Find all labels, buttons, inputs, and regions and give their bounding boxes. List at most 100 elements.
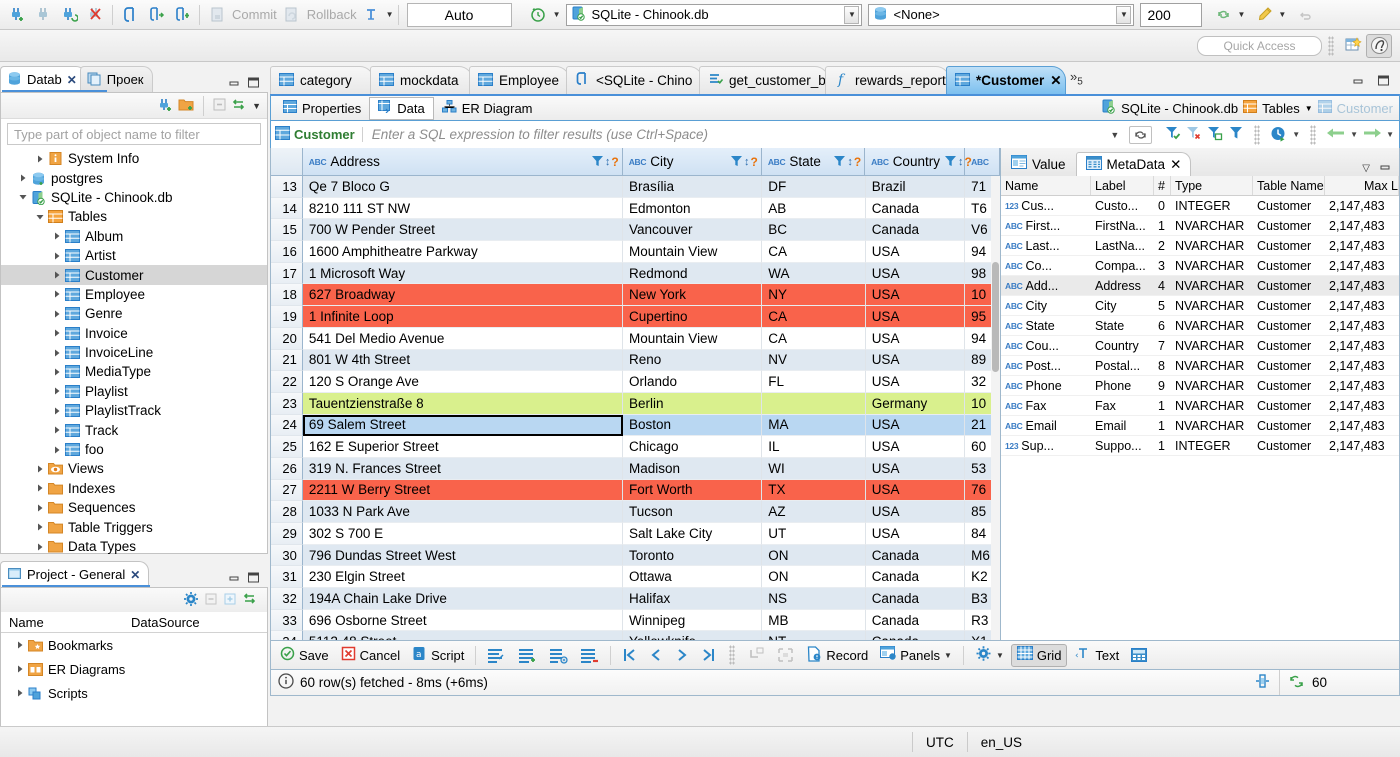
disconnect-icon[interactable] xyxy=(30,3,56,27)
grid-cell[interactable]: Halifax xyxy=(623,588,763,610)
tree-item-table-triggers[interactable]: Table Triggers xyxy=(1,517,267,536)
tree-item-invoice[interactable]: Invoice xyxy=(1,324,267,343)
tree-item-data-types[interactable]: Data Types xyxy=(1,537,267,556)
expand-arrow-icon[interactable] xyxy=(52,231,62,241)
editor-tab-rewards-report-[interactable]: f rewards_report( xyxy=(825,66,950,94)
grid-cell[interactable]: USA xyxy=(865,501,966,523)
new-connection-icon[interactable] xyxy=(157,96,174,116)
save-filter-icon[interactable] xyxy=(1206,125,1223,144)
grid-row-number[interactable]: 34 xyxy=(271,631,303,640)
grid-row-number[interactable]: 23 xyxy=(271,392,303,415)
metadata-label-cell[interactable]: FirstNa... xyxy=(1091,216,1154,236)
record-button[interactable]: Record xyxy=(801,644,873,667)
metadata-name-cell[interactable]: 123 Sup... xyxy=(1001,436,1091,456)
filter-icon[interactable] xyxy=(833,154,846,170)
grid-row-number[interactable]: 24 xyxy=(271,414,303,437)
metadata-name-cell[interactable]: ABC State xyxy=(1001,316,1091,336)
grid-cell[interactable]: CA xyxy=(762,241,866,263)
grid-column-header-state[interactable]: ABC State ↕? xyxy=(762,148,866,175)
grid-cell[interactable]: Canada xyxy=(865,219,966,242)
grid-cell[interactable]: BC xyxy=(762,219,866,242)
grid-row-number[interactable]: 28 xyxy=(271,501,303,523)
view-menu-icon[interactable]: ▽ xyxy=(1362,163,1370,174)
metadata-type-cell[interactable]: NVARCHAR xyxy=(1171,316,1253,336)
tab-value[interactable]: Value xyxy=(1001,152,1076,176)
metadata-type-cell[interactable]: INTEGER xyxy=(1171,196,1253,216)
grid-row[interactable]: 16 1600 Amphitheatre Parkway Mountain View… xyxy=(271,241,1000,263)
sort-icon[interactable]: ↕ xyxy=(847,156,853,168)
metadata-index-cell[interactable]: 1 xyxy=(1154,216,1171,236)
metadata-name-cell[interactable]: ABC Cou... xyxy=(1001,336,1091,356)
grid-cell[interactable]: Canada xyxy=(865,197,966,220)
transaction-mode-caret-icon[interactable]: ▼ xyxy=(386,10,394,19)
maximize-icon[interactable] xyxy=(247,76,260,92)
connect-icon[interactable] xyxy=(4,3,30,27)
metadata-type-cell[interactable]: INTEGER xyxy=(1171,436,1253,456)
grid-cell[interactable]: 696 Osborne Street xyxy=(302,609,624,632)
grid-cell[interactable]: USA xyxy=(865,479,966,502)
metadata-maxlength-cell[interactable]: 2,147,483 xyxy=(1325,356,1399,376)
expand-arrow-icon[interactable] xyxy=(35,503,45,513)
metadata-type-cell[interactable]: NVARCHAR xyxy=(1171,256,1253,276)
metadata-row[interactable]: ABC Phone Phone 9 NVARCHAR Customer 2,147,483 xyxy=(1001,376,1399,396)
metadata-maxlength-cell[interactable]: 2,147,483 xyxy=(1325,416,1399,436)
refresh-icon[interactable] xyxy=(1210,3,1236,27)
grid-row[interactable]: 25 162 E Superior Street Chicago IL USA 60 xyxy=(271,436,1000,458)
grid-cell[interactable]: ON xyxy=(762,566,866,589)
forward-icon[interactable] xyxy=(1362,126,1382,143)
link-with-editor-icon[interactable] xyxy=(242,590,259,610)
grid-row-number[interactable]: 15 xyxy=(271,219,303,242)
metadata-name-cell[interactable]: ABC Fax xyxy=(1001,396,1091,416)
grid-cell[interactable]: Redmond xyxy=(623,262,763,285)
editor-tab-mockdata[interactable]: mockdata xyxy=(370,66,473,94)
grid-row[interactable]: 18 627 Broadway New York NY USA 10 xyxy=(271,284,1000,307)
chevron-down-icon[interactable]: ▼ xyxy=(1292,130,1300,139)
grid-cell[interactable]: 319 N. Frances Street xyxy=(302,457,624,480)
breadcrumb-tables[interactable]: Tables xyxy=(1262,101,1300,116)
configure-columns-icon[interactable] xyxy=(183,591,199,610)
grid-cell[interactable]: DF xyxy=(762,176,866,198)
grid-cell[interactable]: 1600 Amphitheatre Parkway xyxy=(302,241,624,263)
grid-cell[interactable]: NS xyxy=(762,588,866,610)
grid-cell[interactable]: WA xyxy=(762,262,866,285)
metadata-row[interactable]: 123 Cus... Custo... 0 INTEGER Customer 2,147,4… xyxy=(1001,196,1399,216)
grid-cell[interactable]: Chicago xyxy=(623,436,763,458)
grid-cell[interactable]: Winnipeg xyxy=(623,609,763,632)
metadata-index-cell[interactable]: 9 xyxy=(1154,376,1171,396)
metadata-table-cell[interactable]: Customer xyxy=(1253,396,1325,416)
expand-arrow-icon[interactable] xyxy=(52,328,62,338)
metadata-maxlength-cell[interactable]: 2,147,483 xyxy=(1325,216,1399,236)
transaction-mode-button[interactable]: Auto xyxy=(406,2,512,27)
metadata-index-cell[interactable]: 4 xyxy=(1154,276,1171,296)
grid-cell[interactable]: IL xyxy=(762,436,866,458)
metadata-type-cell[interactable]: NVARCHAR xyxy=(1171,416,1253,436)
expand-arrow-icon[interactable] xyxy=(35,522,45,532)
datasource-dropdown-arrow-icon[interactable]: ▼ xyxy=(844,5,860,24)
scrollbar-thumb[interactable] xyxy=(992,262,999,372)
refresh-icon[interactable] xyxy=(1129,125,1153,144)
grid-cell[interactable]: Canada xyxy=(865,588,966,610)
grid-cell[interactable]: 627 Broadway xyxy=(302,284,624,307)
tab-data[interactable]: Data xyxy=(369,96,434,120)
grid-cell[interactable]: Brazil xyxy=(865,176,966,198)
results-grid[interactable]: ABC Address ↕? ABC City ↕? ABC State ↕? ABC Countr… xyxy=(271,148,1000,640)
grid-cell[interactable]: Brasília xyxy=(623,176,763,198)
expand-arrow-icon[interactable] xyxy=(35,212,45,222)
metadata-table-cell[interactable]: Customer xyxy=(1253,216,1325,236)
grid-row-number[interactable]: 18 xyxy=(271,284,303,307)
grid-row[interactable]: 30 796 Dundas Street West Toronto ON Canada M… xyxy=(271,544,1000,567)
editor-tab-get-customer-ba[interactable]: get_customer_ba xyxy=(699,66,833,94)
expand-arrow-icon[interactable] xyxy=(52,445,62,455)
grid-cell[interactable]: NV xyxy=(762,349,866,372)
tree-item-mediatype[interactable]: MediaType xyxy=(1,362,267,381)
filter-settings-icon[interactable] xyxy=(1227,125,1244,144)
refresh-caret-icon[interactable]: ▼ xyxy=(1237,10,1245,19)
back-icon[interactable] xyxy=(1326,126,1346,143)
metadata-table-cell[interactable]: Customer xyxy=(1253,276,1325,296)
tree-item-sqlite-chinook-db[interactable]: SQLite - Chinook.db xyxy=(1,188,267,207)
add-row-icon[interactable] xyxy=(482,644,511,667)
new-sql-editor-icon[interactable] xyxy=(169,3,195,27)
grid-cell[interactable]: USA xyxy=(865,284,966,307)
grid-cell[interactable]: CA xyxy=(762,327,866,350)
grid-cell[interactable]: Toronto xyxy=(623,544,763,567)
